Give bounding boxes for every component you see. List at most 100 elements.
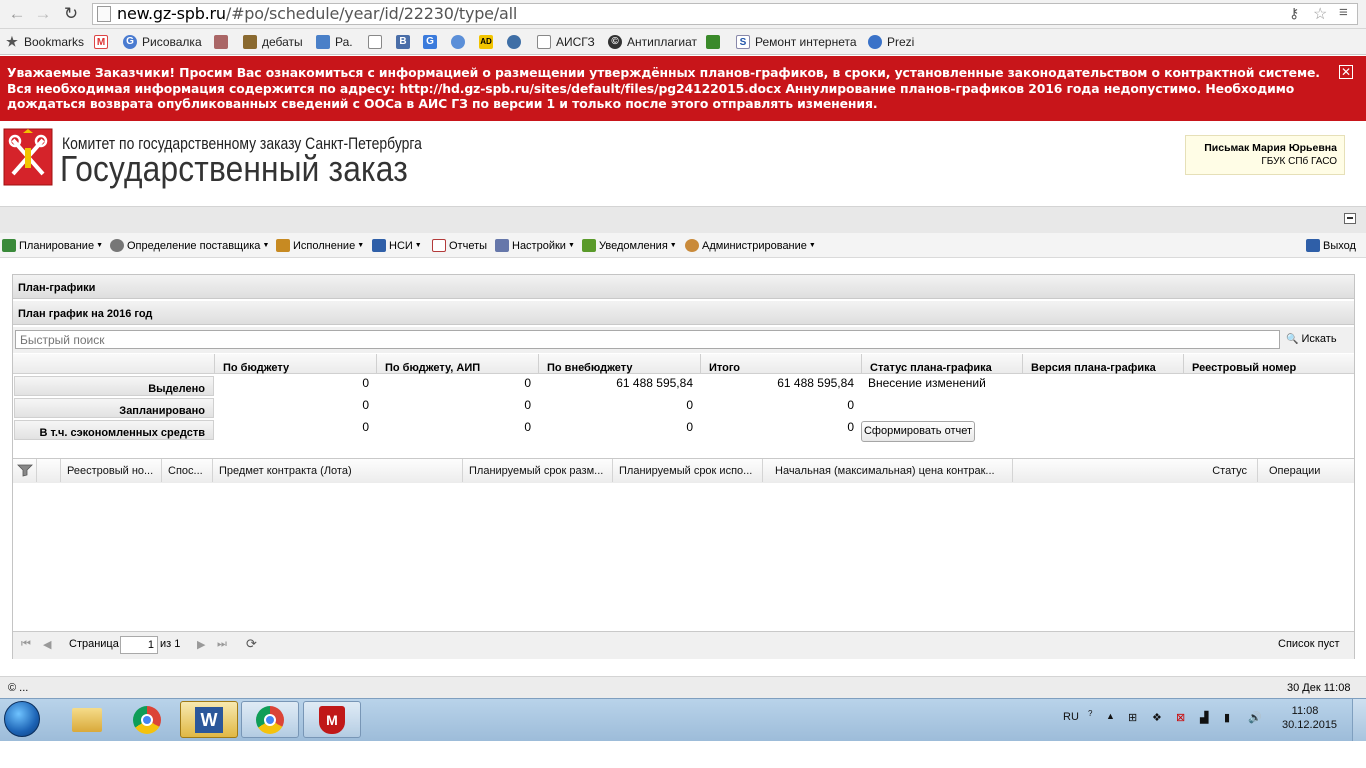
show-desktop-button[interactable] <box>1352 699 1366 741</box>
menu-admin[interactable]: Администрирование ▼ <box>685 238 816 253</box>
bookmark-label: Ремонт интернета <box>755 34 857 49</box>
battery-icon[interactable]: ▮ <box>1224 711 1230 724</box>
mcafee-taskbar-button[interactable]: M <box>303 701 361 738</box>
language-indicator[interactable]: RU <box>1063 711 1079 723</box>
bookmark-item[interactable]: © Антиплагиат <box>608 33 697 50</box>
bookmark-item[interactable]: M <box>94 33 113 50</box>
grid-col-header[interactable]: Статус <box>1013 459 1258 482</box>
back-arrow-icon[interactable]: ← <box>6 3 28 25</box>
first-page-icon[interactable]: ⏮ <box>21 638 31 651</box>
next-page-icon[interactable]: ▶ <box>197 638 205 651</box>
grid-col-header[interactable]: Планируемый срок испо... <box>613 459 763 482</box>
menu-label: Планирование <box>19 239 95 252</box>
search-button[interactable]: 🔍 Искать <box>1286 333 1337 345</box>
volume-icon[interactable]: 🔊 <box>1248 711 1262 724</box>
bookmark-item[interactable] <box>706 33 725 50</box>
address-bar[interactable]: new.gz-spb.ru/#po/schedule/year/id/22230… <box>92 3 1358 25</box>
bookmark-item[interactable] <box>368 33 387 50</box>
dropbox-icon[interactable]: ❖ <box>1152 711 1162 724</box>
empty-list-text: Список пуст <box>1278 638 1340 650</box>
grid-col-header[interactable]: Планируемый срок разм... <box>463 459 613 482</box>
notify-icon <box>582 239 596 252</box>
search-input[interactable] <box>15 330 1280 349</box>
user-name: Письмак Мария Юрьевна <box>1204 142 1337 154</box>
menu-nsi[interactable]: НСИ ▼ <box>372 238 422 253</box>
collapse-icon[interactable] <box>1344 213 1356 224</box>
bookmark-item[interactable] <box>451 33 470 50</box>
menu-planning[interactable]: Планирование ▼ <box>2 238 103 253</box>
bookmark-item[interactable]: Ра. <box>316 33 353 50</box>
summary-value: 0 <box>362 398 369 412</box>
help-icon[interactable]: ? <box>1088 709 1092 718</box>
bookmark-item[interactable]: АИСГЗ <box>537 33 595 50</box>
bookmark-item[interactable]: G Рисовалка <box>123 33 202 50</box>
windows-flag-icon[interactable]: ⊞ <box>1128 711 1137 724</box>
select-column[interactable] <box>37 459 61 482</box>
explorer-taskbar-button[interactable] <box>58 701 116 738</box>
bookmark-item[interactable]: Prezi <box>868 33 914 50</box>
vk-icon: B <box>396 34 410 49</box>
bookmark-star-icon[interactable]: ☆ <box>1313 4 1327 24</box>
menu-label: Администрирование <box>702 239 807 252</box>
filter-clear-icon[interactable] <box>13 459 37 482</box>
bookmark-label: Рисовалка <box>142 34 202 49</box>
word-taskbar-button[interactable]: W <box>180 701 238 738</box>
windows-taskbar: W M RU ? ▲ ⊞ ❖ ⊠ ▟ ▮ 🔊 11:08 30.12.2015 <box>0 698 1366 741</box>
summary-value: 61 488 595,84 <box>777 376 854 390</box>
chevron-down-icon: ▼ <box>96 242 104 249</box>
grid-col-header[interactable]: Спос... <box>162 459 213 482</box>
network-warning-icon[interactable]: ⊠ <box>1176 711 1185 724</box>
menu-reports[interactable]: Отчеты <box>432 238 487 253</box>
calc-icon <box>706 34 720 49</box>
chrome-taskbar-button[interactable] <box>118 701 176 738</box>
bookmark-item[interactable] <box>214 33 233 50</box>
bookmark-label: АИСГЗ <box>556 34 595 49</box>
grid-col-header[interactable]: Начальная (максимальная) цена контрак... <box>763 459 1013 482</box>
schedule-panel: План-графики План график на 2016 год 🔍Ис… <box>12 274 1355 659</box>
prev-page-icon[interactable]: ◀ <box>43 638 51 651</box>
summary-value: 0 <box>686 420 693 434</box>
menu-notifications[interactable]: Уведомления ▼ <box>582 238 677 253</box>
panel-subtitle: План график на 2016 год <box>13 301 1354 325</box>
grid-col-header[interactable]: Предмет контракта (Лота) <box>213 459 463 482</box>
chrome-window-taskbar-button[interactable] <box>241 701 299 738</box>
bookmark-item[interactable]: G <box>423 33 442 50</box>
grid-col-header[interactable]: Реестровый но... <box>61 459 162 482</box>
start-button[interactable] <box>4 701 40 737</box>
bookmark-item[interactable]: дебаты <box>243 33 303 50</box>
menu-icon[interactable]: ≡ <box>1339 4 1348 21</box>
menu-label: Исполнение <box>293 239 356 252</box>
show-hidden-icons-icon[interactable]: ▲ <box>1106 711 1115 721</box>
menu-supplier[interactable]: Определение поставщика ▼ <box>110 238 269 253</box>
exit-button[interactable]: Выход <box>1306 238 1356 253</box>
summary-corner <box>13 354 214 374</box>
grid-col-header[interactable]: Операции <box>1258 459 1354 482</box>
summary-col-header: Версия плана-графика <box>1022 354 1183 374</box>
signal-icon[interactable]: ▟ <box>1200 711 1208 724</box>
generate-report-button[interactable]: Сформировать отчет <box>861 421 975 442</box>
clock[interactable]: 11:08 30.12.2015 <box>1282 705 1337 731</box>
close-icon[interactable]: ✕ <box>1339 65 1353 79</box>
forward-arrow-icon[interactable]: → <box>32 3 54 25</box>
search-button-label: Искать <box>1301 333 1337 345</box>
reload-icon[interactable]: ↻ <box>60 3 82 25</box>
user-info[interactable]: Письмак Мария Юрьевна ГБУК СПб ГАСО <box>1185 135 1345 175</box>
bookmark-item[interactable]: B <box>396 33 415 50</box>
bookmark-item[interactable] <box>507 33 526 50</box>
bookmark-item[interactable]: AD <box>479 33 498 50</box>
summary-col-header: По бюджету, АИП <box>376 354 538 374</box>
bookmark-label: Bookmarks <box>24 34 85 49</box>
url-text[interactable]: new.gz-spb.ru/#po/schedule/year/id/22230… <box>117 5 517 23</box>
chrome-icon <box>256 705 284 734</box>
folder-icon <box>243 34 257 49</box>
bookmark-item[interactable]: S Ремонт интернета <box>736 33 857 50</box>
key-icon[interactable]: ⚷ <box>1289 5 1299 22</box>
bookmark-item[interactable]: ★ Bookmarks <box>5 33 84 50</box>
summary-col-header: Реестровый номер <box>1183 354 1354 374</box>
bookmark-label: Антиплагиат <box>627 34 697 49</box>
menu-settings[interactable]: Настройки ▼ <box>495 238 575 253</box>
last-page-icon[interactable]: ⏭ <box>217 638 227 651</box>
refresh-icon[interactable]: ⟳ <box>246 636 257 652</box>
menu-execution[interactable]: Исполнение ▼ <box>276 238 364 253</box>
page-number-input[interactable] <box>120 636 158 654</box>
